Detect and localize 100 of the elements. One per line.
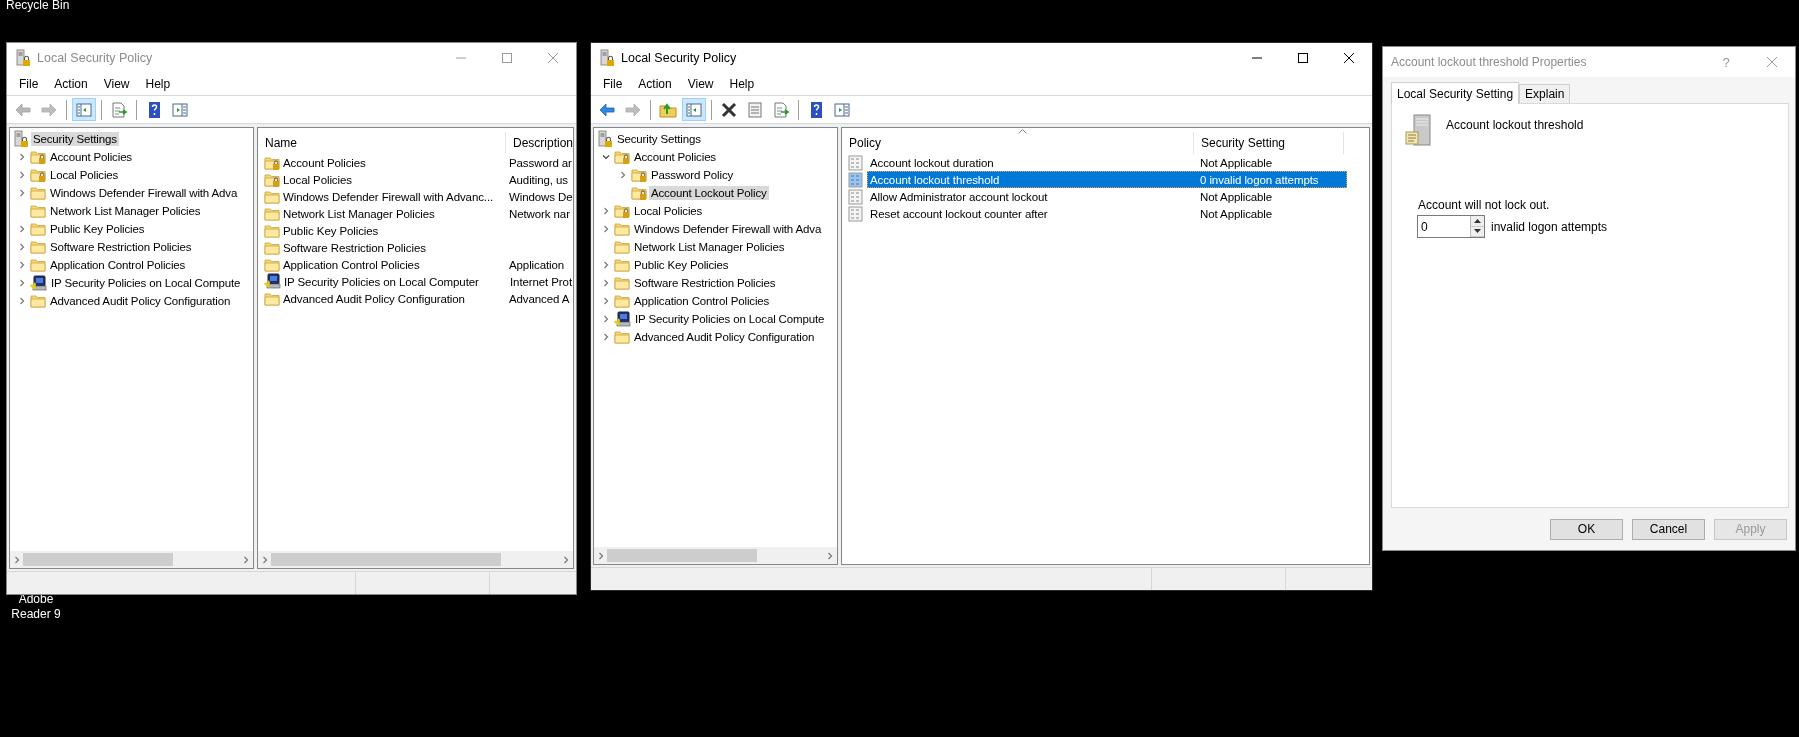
menu-item[interactable]: File xyxy=(595,75,631,93)
tree-item[interactable]: Advanced Audit Policy Configuration xyxy=(48,294,233,308)
table-cell-text: Network nar xyxy=(508,207,570,220)
list-row[interactable]: Network List Manager Policies Network nar xyxy=(280,205,573,222)
tree-item[interactable]: Software Restriction Policies xyxy=(48,240,194,254)
spin-down-button[interactable] xyxy=(1471,226,1484,237)
folder-icon xyxy=(30,257,46,273)
list-row[interactable]: Local Policies Auditing, us xyxy=(280,171,573,188)
chevron-icon[interactable] xyxy=(18,243,26,251)
table-cell-text: Password ar xyxy=(508,156,572,169)
menu-item[interactable]: View xyxy=(679,75,722,93)
locked-folder-icon xyxy=(631,167,647,183)
spin-up-button[interactable] xyxy=(1471,216,1484,227)
locked-folder-icon xyxy=(631,185,647,201)
menu-item[interactable]: Action xyxy=(46,75,96,93)
chevron-icon[interactable] xyxy=(18,261,26,269)
list-row[interactable]: Account lockout threshold 0 invalid logon attempts xyxy=(867,171,1347,188)
tree-item[interactable]: Application Control Policies xyxy=(48,258,188,272)
locked-folder-icon xyxy=(264,171,280,188)
list-row[interactable]: IP Security Policies on Local Computer Internet Prot xyxy=(281,273,573,290)
scroll-left-icon[interactable] xyxy=(597,551,605,560)
tree-item[interactable]: Security Settings xyxy=(615,132,703,146)
list-row[interactable]: Software Restriction Policies xyxy=(280,239,573,256)
folder-icon xyxy=(264,256,280,273)
tree-item[interactable]: Local Policies xyxy=(48,168,121,182)
list-row[interactable]: Windows Defender Firewall with Advanc... Windows De xyxy=(280,188,573,205)
chevron-icon[interactable] xyxy=(18,225,26,233)
chevron-icon[interactable] xyxy=(602,279,610,287)
list-row[interactable]: Reset account lockout counter after Not Applicable xyxy=(867,205,1347,222)
chevron-icon[interactable] xyxy=(18,171,26,179)
tree-item[interactable]: Software Restriction Policies xyxy=(632,276,778,290)
delete-icon xyxy=(720,100,738,119)
tree-item[interactable]: Security Settings xyxy=(31,132,119,146)
desktop-icon-label[interactable]: Adobe Reader 9 xyxy=(10,592,62,622)
tree-item[interactable]: Advanced Audit Policy Configuration xyxy=(632,330,817,344)
list-row[interactable]: Application Control Policies Application xyxy=(280,256,573,273)
chevron-icon[interactable] xyxy=(18,279,26,287)
chevron-icon[interactable] xyxy=(602,333,610,341)
locked-folder-icon xyxy=(30,149,46,165)
tree-item[interactable]: Account Lockout Policy xyxy=(649,186,769,200)
column-header[interactable]: Name xyxy=(258,132,506,154)
tab[interactable]: Explain xyxy=(1519,84,1571,103)
list-row[interactable]: Allow Administrator account lockout Not Applicable xyxy=(867,188,1347,205)
tree-item[interactable]: Application Control Policies xyxy=(632,294,772,308)
tree-item[interactable]: Windows Defender Firewall with Adva xyxy=(632,222,824,236)
tree-item[interactable]: Network List Manager Policies xyxy=(632,240,787,254)
tree-item[interactable]: Account Policies xyxy=(632,150,718,164)
chevron-icon[interactable] xyxy=(602,261,610,269)
maximize-icon xyxy=(502,53,512,63)
dialog-button[interactable]: Cancel xyxy=(1632,518,1705,540)
list-row[interactable]: Account lockout duration Not Applicable xyxy=(867,154,1347,171)
chevron-icon[interactable] xyxy=(602,315,610,323)
tree-pane-button[interactable] xyxy=(682,98,706,121)
column-header[interactable]: Policy xyxy=(842,132,1194,154)
chevron-icon[interactable] xyxy=(18,189,26,197)
tree-pane-button[interactable] xyxy=(72,98,96,121)
menu-item[interactable]: View xyxy=(95,75,138,93)
tree-item[interactable]: Public Key Policies xyxy=(48,222,147,236)
policy-icon xyxy=(848,171,864,188)
server-document-icon xyxy=(1404,114,1434,146)
dialog-button[interactable]: OK xyxy=(1550,518,1623,540)
chevron-icon[interactable] xyxy=(18,297,26,305)
chevron-icon[interactable] xyxy=(602,153,610,161)
menu-item[interactable]: Help xyxy=(721,75,763,93)
scrollbar-thumb[interactable] xyxy=(271,553,501,566)
scroll-right-icon[interactable] xyxy=(562,555,570,564)
tree-item[interactable]: IP Security Policies on Local Compute xyxy=(633,312,827,326)
scrollbar-thumb[interactable] xyxy=(607,549,757,562)
tree-item[interactable]: Public Key Policies xyxy=(632,258,731,272)
unit-label: invalid logon attempts xyxy=(1491,219,1608,234)
desktop-icon-label[interactable]: Recycle Bin xyxy=(6,0,70,13)
tab[interactable]: Local Security Setting xyxy=(1391,82,1520,104)
table-cell-text: Software Restriction Policies xyxy=(282,241,427,254)
spin-field[interactable]: 0 xyxy=(1417,215,1485,238)
list-row[interactable]: Public Key Policies xyxy=(280,222,573,239)
menu-item[interactable]: File xyxy=(11,75,47,93)
menu-item[interactable]: Help xyxy=(137,75,179,93)
tree-item[interactable]: Password Policy xyxy=(649,168,736,182)
chevron-icon[interactable] xyxy=(602,297,610,305)
menu-item[interactable]: Action xyxy=(630,75,680,93)
tree-item[interactable]: Windows Defender Firewall with Adva xyxy=(48,186,240,200)
tree-item[interactable]: Account Policies xyxy=(48,150,134,164)
chevron-icon[interactable] xyxy=(619,171,627,179)
tree-item[interactable]: Network List Manager Policies xyxy=(48,204,203,218)
chevron-icon[interactable] xyxy=(602,225,610,233)
chevron-icon[interactable] xyxy=(18,153,26,161)
scroll-left-icon[interactable] xyxy=(261,555,269,564)
column-header[interactable]: Description xyxy=(506,132,573,154)
scroll-right-icon[interactable] xyxy=(242,555,250,564)
tree-item[interactable]: IP Security Policies on Local Compute xyxy=(49,276,243,290)
tree-item[interactable]: Local Policies xyxy=(632,204,705,218)
scroll-left-icon[interactable] xyxy=(13,555,21,564)
column-header[interactable]: Security Setting xyxy=(1194,132,1344,154)
scrollbar-thumb[interactable] xyxy=(23,553,173,566)
chevron-icon[interactable] xyxy=(602,207,610,215)
folder-icon xyxy=(614,275,630,291)
list-row[interactable]: Account Policies Password ar xyxy=(280,154,573,171)
list-row[interactable]: Advanced Audit Policy Configuration Advanced A xyxy=(280,290,573,307)
scroll-right-icon[interactable] xyxy=(826,551,834,560)
table-cell-text: 0 invalid logon attempts xyxy=(1199,173,1319,186)
